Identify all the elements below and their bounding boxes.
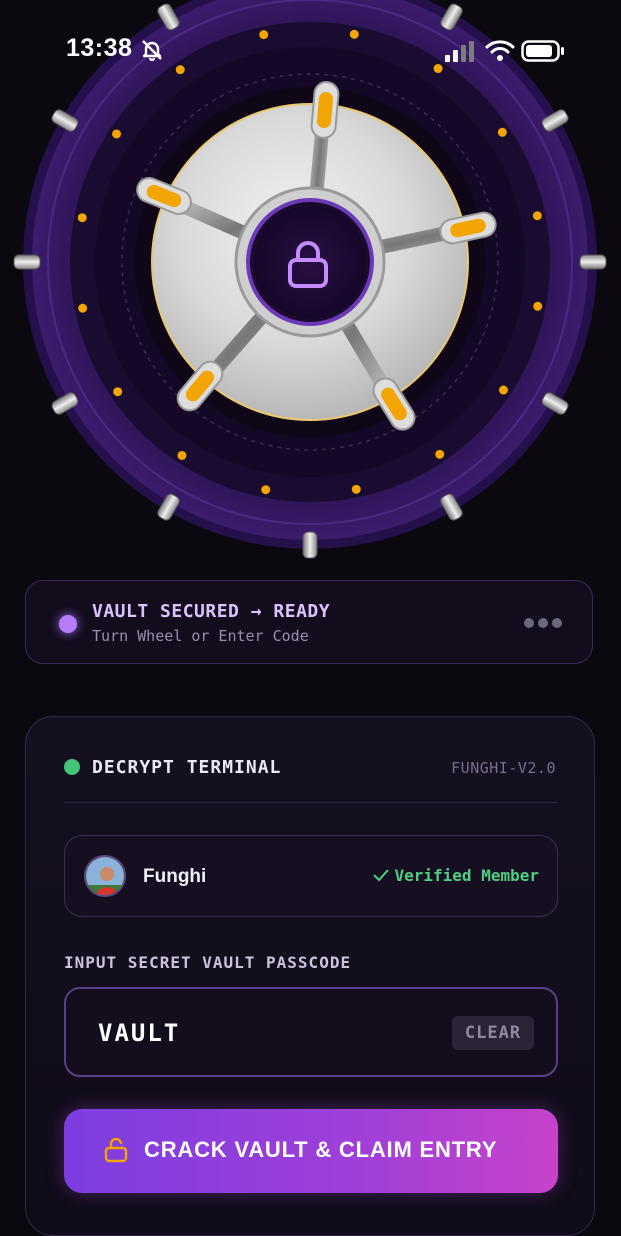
dial-dot [532,211,542,221]
lock-icon [288,241,328,288]
battery-icon [521,40,564,62]
dial-dot [533,301,543,311]
user-card[interactable]: Funghi Verified Member [64,835,558,917]
crack-vault-button[interactable]: CRACK VAULT & CLAIM ENTRY [64,1109,558,1193]
avatar [84,855,126,897]
status-time: 13:38 [66,34,133,62]
status-subtitle: Turn Wheel or Enter Code [92,627,309,645]
dial-dot [497,127,507,137]
terminal-online-indicator [64,759,80,775]
passcode-label: INPUT SECRET VAULT PASSCODE [64,953,352,972]
status-title: VAULT SECURED → READY [92,601,331,622]
more-dots-icon[interactable] [524,615,566,629]
wifi-icon [485,40,515,61]
user-name: Funghi [143,866,207,887]
dial-dot [261,485,271,495]
divider [64,802,558,803]
dial-pin [13,254,41,270]
dial-dot [112,129,122,139]
dial-dot [177,450,187,460]
status-indicator [59,615,77,633]
decrypt-terminal-panel: DECRYPT TERMINAL FUNGHI-V2.0 Funghi Veri… [25,716,595,1236]
dial-pin [579,254,607,270]
vault-status-card: VAULT SECURED → READY Turn Wheel or Ente… [25,580,593,664]
verified-badge: Verified Member [372,866,540,885]
bell-muted-icon [142,40,162,62]
verified-label: Verified Member [394,866,540,885]
dial-dot [498,385,508,395]
crack-vault-label: CRACK VAULT & CLAIM ENTRY [144,1137,498,1162]
terminal-title: DECRYPT TERMINAL [92,757,282,778]
clear-button[interactable]: CLEAR [452,1016,534,1050]
dial-pin [302,531,318,559]
dial-dot [78,303,88,313]
dial-dot [351,484,361,494]
dial-dot [77,213,87,223]
dial-dot [113,387,123,397]
cellular-signal-icon [445,41,474,62]
check-icon [372,869,389,882]
status-bar: 13:38 [0,0,621,100]
unlock-icon [104,1137,128,1163]
passcode-field[interactable]: CLEAR [64,987,558,1077]
terminal-version: FUNGHI-V2.0 [451,759,556,777]
dial-dot [435,449,445,459]
passcode-input[interactable] [98,1019,418,1047]
